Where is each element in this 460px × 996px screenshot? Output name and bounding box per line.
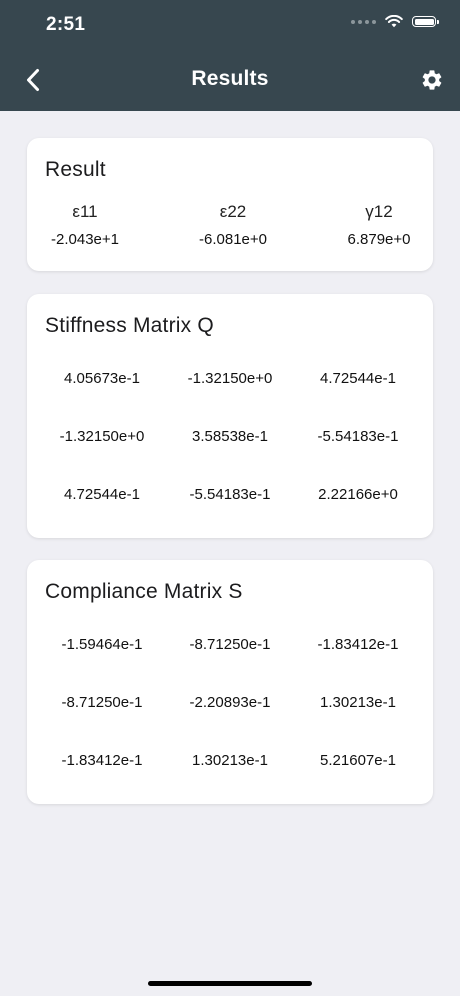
strain-label: γ12 [365,202,393,221]
matrix-cell: 2.22166e+0 [318,486,398,503]
matrix-cell: 4.72544e-1 [64,486,140,503]
strain-e11: ε11 -2.043e+1 [25,202,145,248]
cellular-signal-icon [351,19,376,24]
strain-label: ε11 [72,202,98,221]
stiffness-matrix-card: Stiffness Matrix Q 4.05673e-1 -1.32150e+… [27,294,433,538]
compliance-matrix-card: Compliance Matrix S -1.59464e-1 -8.71250… [27,560,433,804]
home-indicator[interactable] [148,981,312,986]
status-bar: 2:51 [0,0,460,50]
matrix-cell: 5.21607e-1 [320,752,396,769]
stiffness-matrix-title: Stiffness Matrix Q [45,314,214,337]
matrix-cell: -8.71250e-1 [61,694,143,711]
matrix-cell: -5.54183e-1 [317,428,399,445]
result-title: Result [45,158,106,181]
matrix-cell: 4.72544e-1 [320,370,396,387]
strain-label: ε22 [219,202,247,221]
matrix-cell: -1.32150e+0 [187,370,273,387]
matrix-cell: -2.20893e-1 [189,694,271,711]
gear-icon [422,70,442,90]
navigation-bar: Results [0,50,460,111]
matrix-cell: -5.54183e-1 [189,486,271,503]
strain-e22: ε22 -6.081e+0 [173,202,293,248]
strain-value: -6.081e+0 [199,231,267,248]
matrix-cell: 1.30213e-1 [192,752,268,769]
matrix-cell: 1.30213e-1 [320,694,396,711]
matrix-cell: 4.05673e-1 [64,370,140,387]
matrix-cell: -1.83412e-1 [317,636,399,653]
strain-value: -2.043e+1 [51,231,119,248]
matrix-cell: 3.58538e-1 [192,428,268,445]
matrix-cell: -1.83412e-1 [61,752,143,769]
wifi-icon [385,15,403,28]
page-title: Results [191,67,269,90]
app-header: 2:51 Results [0,0,460,111]
strain-value: 6.879e+0 [347,231,411,248]
battery-icon [412,16,439,27]
status-time: 2:51 [46,14,86,35]
matrix-cell: -1.59464e-1 [61,636,143,653]
status-icons [351,15,439,28]
strain-g12: γ12 6.879e+0 [319,202,439,248]
compliance-matrix-title: Compliance Matrix S [45,580,243,603]
settings-button[interactable] [418,66,446,94]
result-card: Result ε11 -2.043e+1 ε22 -6.081e+0 γ12 6… [27,138,433,271]
matrix-cell: -8.71250e-1 [189,636,271,653]
matrix-cell: -1.32150e+0 [59,428,145,445]
